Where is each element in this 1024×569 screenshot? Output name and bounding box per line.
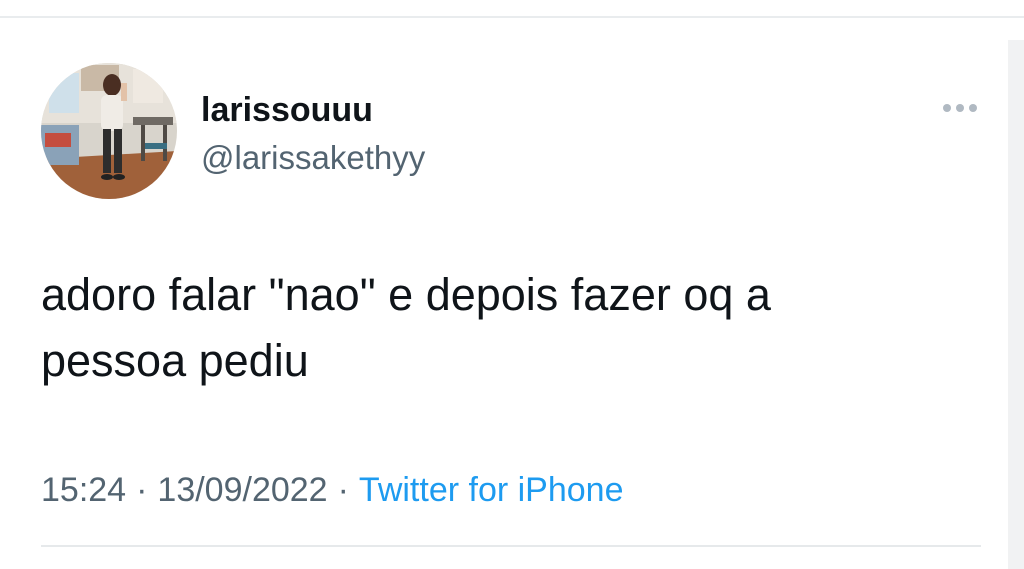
tweet-date[interactable]: 13/09/2022 <box>157 471 327 509</box>
tweet-page: larissouuu @larissakethyy adoro falar "n… <box>0 0 1024 569</box>
profile-photo-image <box>41 63 177 199</box>
tweet-time[interactable]: 15:24 <box>41 471 126 509</box>
more-horizontal-icon <box>956 104 964 112</box>
separator: · <box>136 471 148 509</box>
top-divider <box>0 16 1024 18</box>
avatar[interactable] <box>41 63 177 199</box>
scrollbar-track[interactable] <box>1008 40 1024 569</box>
user-handle[interactable]: @larissakethyy <box>201 138 425 178</box>
more-horizontal-icon <box>943 104 951 112</box>
display-name[interactable]: larissouuu <box>201 90 373 130</box>
tweet-metadata: 15:24 · 13/09/2022 · Twitter for iPhone <box>41 468 623 512</box>
tweet-source-link[interactable]: Twitter for iPhone <box>359 471 624 509</box>
separator: · <box>337 471 349 509</box>
bottom-divider <box>41 545 981 547</box>
tweet-text: adoro falar "nao" e depois fazer oq a pe… <box>41 269 771 386</box>
more-horizontal-icon <box>969 104 977 112</box>
more-options-button[interactable] <box>936 94 984 122</box>
